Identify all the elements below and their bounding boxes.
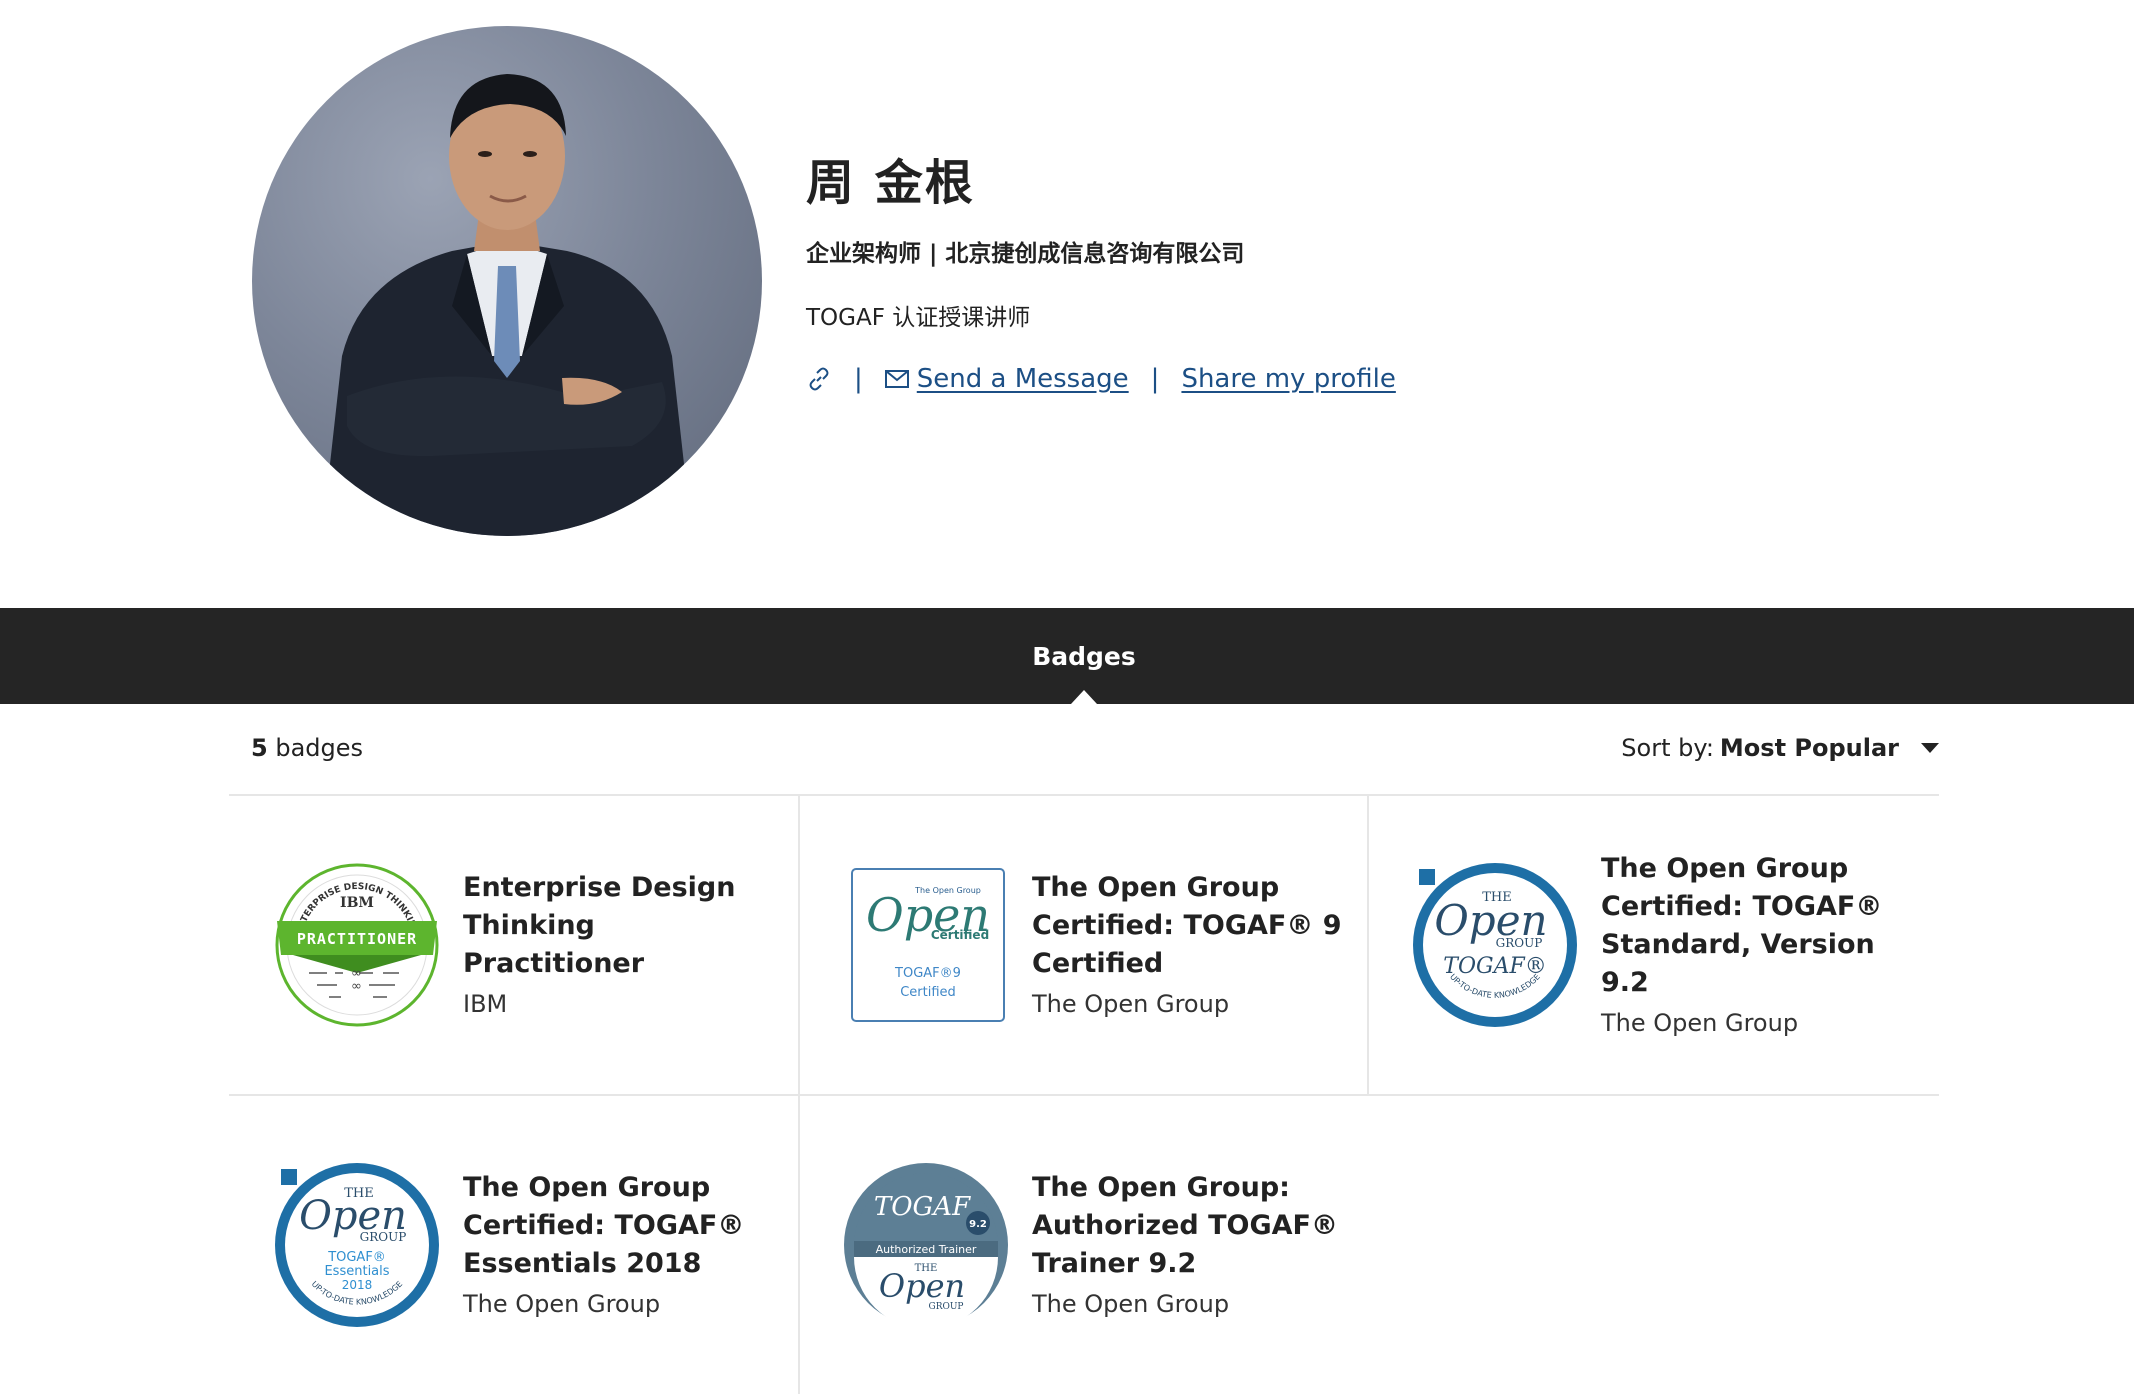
badge-issuer: The Open Group <box>1032 1290 1230 1318</box>
badge-image-togaf-essentials: THE Open GROUP TOGAF® Essentials 2018 UP… <box>273 1161 441 1329</box>
profile-bio: TOGAF 认证授课讲师 <box>806 305 1031 331</box>
profile-photo <box>252 26 762 536</box>
badge-card[interactable]: THE Open GROUP TOGAF® UP-TO-DATE KNOWLED… <box>1367 796 1936 1094</box>
badge-card[interactable]: TOGAF 9.2 Authorized Trainer THE Open GR… <box>798 1096 1367 1394</box>
badge-count-label: badges <box>275 734 364 762</box>
separator: | <box>1150 364 1160 394</box>
svg-text:∞: ∞ <box>351 966 362 981</box>
svg-text:PRACTITIONER: PRACTITIONER <box>297 930 417 948</box>
link-icon-glyph <box>809 367 829 391</box>
profile-actions: | Send a Message | Share my profile <box>806 364 1396 394</box>
svg-text:Authorized Trainer: Authorized Trainer <box>876 1243 977 1256</box>
separator: | <box>854 364 863 394</box>
badge-grid: ENTERPRISE DESIGN THINKING IBM PRACTITIO… <box>229 794 1939 1394</box>
svg-text:Certified: Certified <box>931 928 989 942</box>
active-tab-indicator <box>1071 690 1097 704</box>
badge-image-togaf-standard: THE Open GROUP TOGAF® UP-TO-DATE KNOWLED… <box>1411 861 1579 1029</box>
link-icon[interactable] <box>806 366 832 392</box>
svg-text:GROUP: GROUP <box>1496 936 1543 950</box>
badge-image-togaf-trainer: TOGAF 9.2 Authorized Trainer THE Open GR… <box>842 1161 1010 1329</box>
sort-dropdown[interactable]: Sort by: Most Popular <box>1621 734 1939 762</box>
badge-card[interactable]: ENTERPRISE DESIGN THINKING IBM PRACTITIO… <box>229 796 798 1094</box>
svg-text:GROUP: GROUP <box>360 1230 407 1244</box>
badge-title[interactable]: The Open Group Certified: TOGAF® 9 Certi… <box>1032 869 1342 983</box>
sort-label: Sort by: <box>1621 734 1714 762</box>
badge-issuer: The Open Group <box>1032 990 1230 1018</box>
svg-text:TOGAF®9: TOGAF®9 <box>894 966 961 981</box>
badge-image-ibm: ENTERPRISE DESIGN THINKING IBM PRACTITIO… <box>273 861 441 1029</box>
svg-text:TOGAF®: TOGAF® <box>327 1250 386 1265</box>
badge-title[interactable]: The Open Group Certified: TOGAF® Essenti… <box>463 1169 773 1283</box>
badge-image-togaf9: The Open Group Open Certified TOGAF®9 Ce… <box>842 861 1010 1029</box>
profile-name: 周 金根 <box>806 155 975 211</box>
badge-issuer: The Open Group <box>1601 1009 1799 1037</box>
badge-issuer: IBM <box>463 990 508 1018</box>
svg-text:∞: ∞ <box>351 979 362 994</box>
svg-text:TOGAF: TOGAF <box>874 1192 971 1222</box>
badge-title[interactable]: Enterprise Design Thinking Practitioner <box>463 869 773 983</box>
sort-value: Most Popular <box>1719 734 1899 762</box>
svg-text:Certified: Certified <box>900 985 956 1000</box>
svg-text:Open: Open <box>879 1267 965 1305</box>
profile-subtitle: 企业架构师 | 北京捷创成信息咨询有限公司 <box>806 241 1245 267</box>
profile-photo-figure <box>322 74 692 536</box>
svg-text:Essentials: Essentials <box>324 1264 389 1279</box>
share-profile-link[interactable]: Share my profile <box>1181 364 1395 394</box>
badge-card[interactable]: The Open Group Open Certified TOGAF®9 Ce… <box>798 796 1367 1094</box>
badge-issuer: The Open Group <box>463 1290 661 1318</box>
svg-text:GROUP: GROUP <box>929 1302 964 1312</box>
profile-info: 周 金根 企业架构师 | 北京捷创成信息咨询有限公司 TOGAF 认证授课讲师 … <box>806 150 1396 394</box>
badge-count: 5 badges <box>251 734 363 762</box>
svg-text:TOGAF®: TOGAF® <box>1443 954 1546 979</box>
svg-text:9.2: 9.2 <box>969 1219 987 1230</box>
badge-title[interactable]: The Open Group: Authorized TOGAF® Traine… <box>1032 1169 1342 1283</box>
tab-bar: Badges <box>0 608 2134 704</box>
svg-text:2018: 2018 <box>342 1278 373 1292</box>
svg-text:IBM: IBM <box>340 895 374 911</box>
badge-title[interactable]: The Open Group Certified: TOGAF® Standar… <box>1601 850 1911 1002</box>
chevron-down-icon <box>1921 743 1939 753</box>
envelope-icon <box>884 370 909 388</box>
badge-card[interactable]: THE Open GROUP TOGAF® Essentials 2018 UP… <box>229 1096 798 1394</box>
send-message-link[interactable]: Send a Message <box>917 364 1129 394</box>
badge-count-number: 5 <box>251 734 268 762</box>
